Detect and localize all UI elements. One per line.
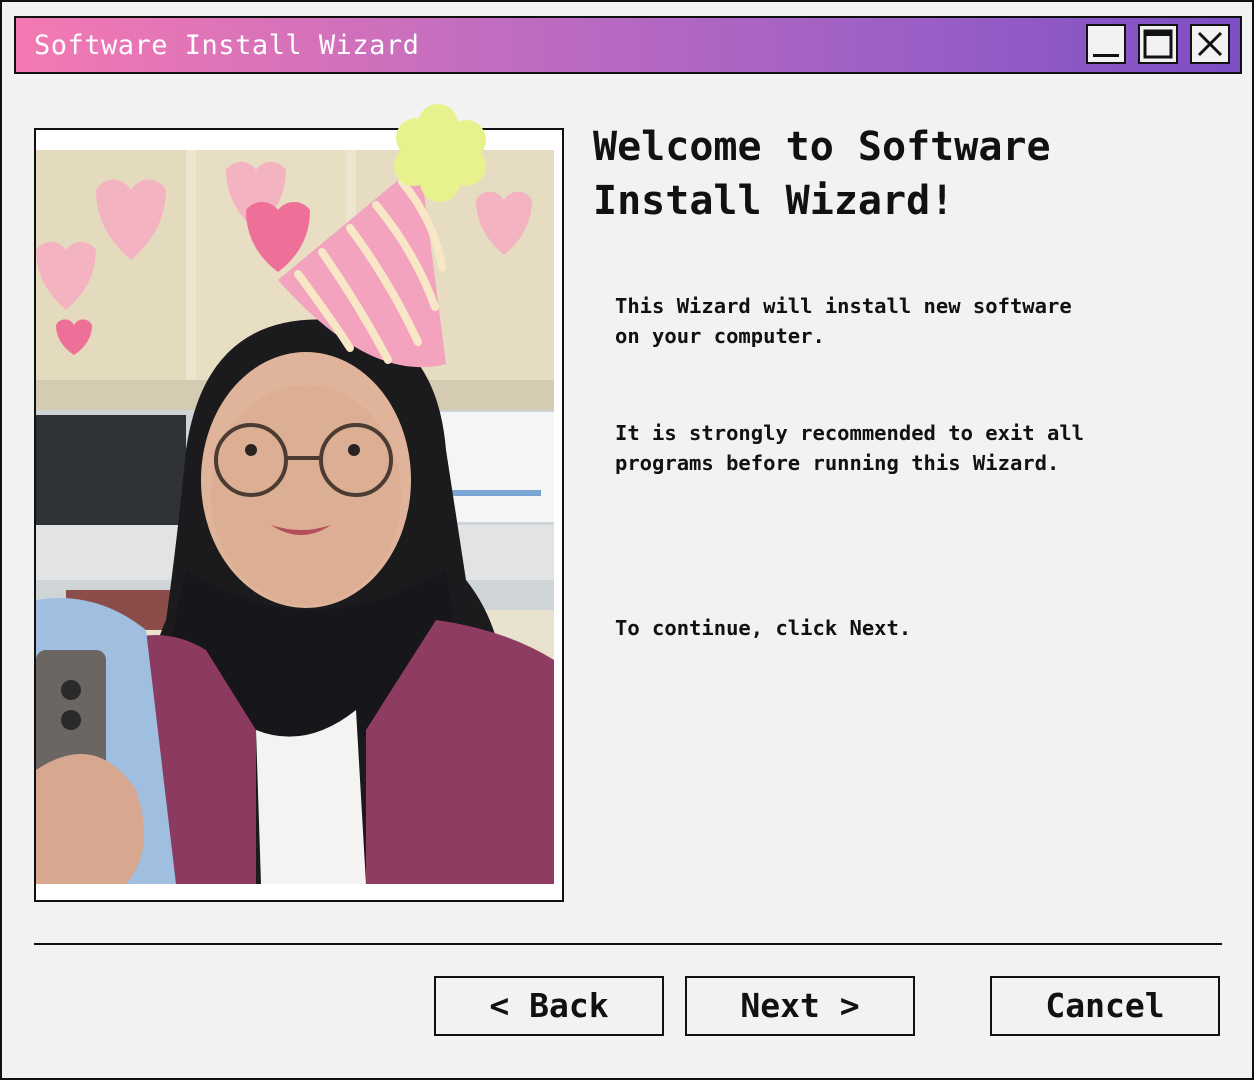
cancel-button[interactable]: Cancel	[990, 976, 1220, 1036]
close-button[interactable]	[1190, 24, 1230, 64]
footer-divider	[34, 943, 1222, 945]
window-title: Software Install Wizard	[34, 30, 420, 61]
title-bar[interactable]: Software Install Wizard	[14, 16, 1242, 74]
welcome-heading: Welcome to Software Install Wizard!	[593, 124, 1051, 224]
exit-programs-recommendation: It is strongly recommended to exit all p…	[615, 421, 1084, 475]
back-button[interactable]: < Back	[434, 976, 664, 1036]
install-description: This Wizard will install new software on…	[615, 294, 1072, 348]
maximize-icon	[1143, 29, 1173, 59]
installer-window: Software Install Wizard Welcome to Softw…	[0, 0, 1254, 1080]
minimize-icon	[1093, 54, 1119, 57]
maximize-button[interactable]	[1138, 24, 1178, 64]
continue-instruction: To continue, click Next.	[615, 616, 912, 640]
party-hat-sticker	[278, 104, 486, 368]
minimize-button[interactable]	[1086, 24, 1126, 64]
next-button[interactable]: Next >	[685, 976, 915, 1036]
close-icon	[1197, 31, 1223, 57]
